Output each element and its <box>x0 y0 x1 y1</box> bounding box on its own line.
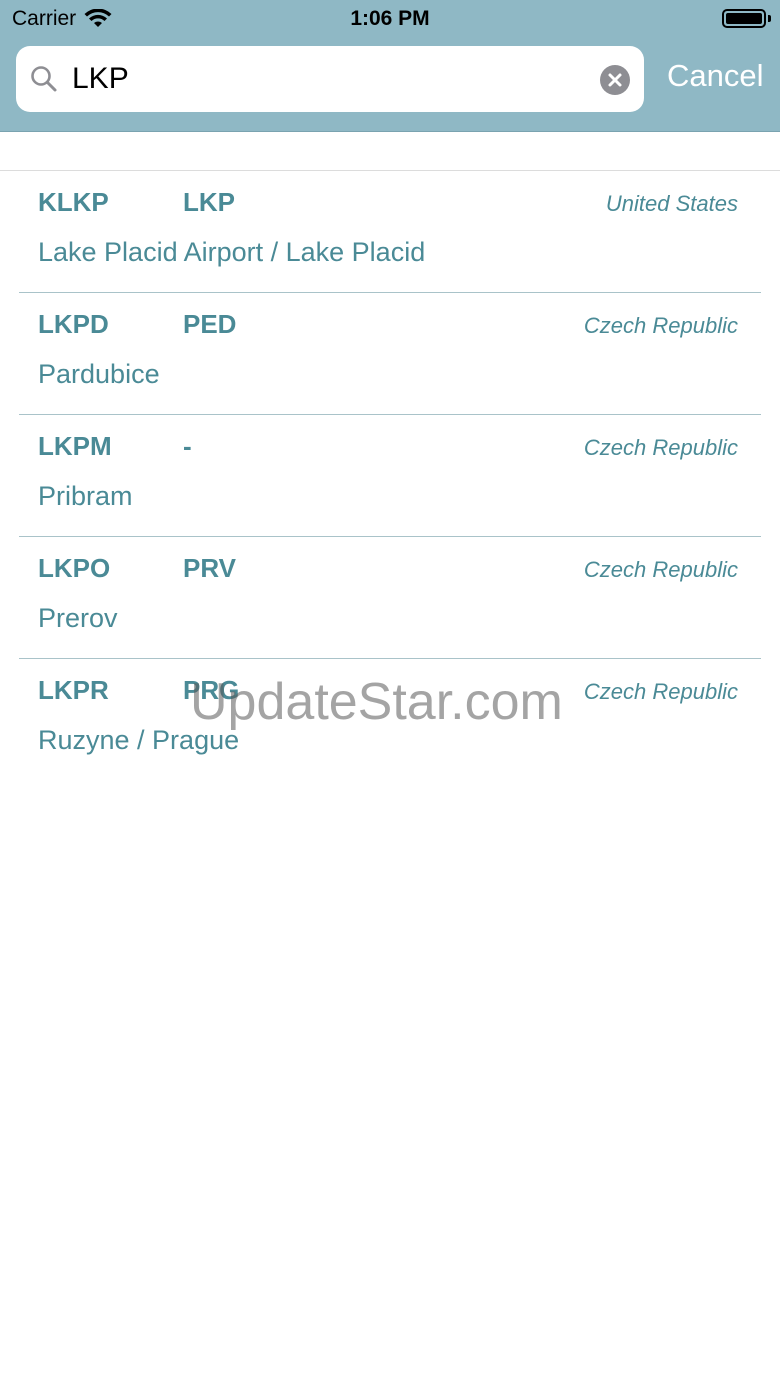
airport-name: Pardubice <box>38 359 160 389</box>
country-label: Czech Republic <box>583 557 738 582</box>
airport-name: Ruzyne / Prague <box>38 725 240 755</box>
icao-code: LKPR <box>38 675 109 705</box>
icao-code: LKPO <box>38 553 111 583</box>
list-item[interactable]: LKPO PRV Czech Republic Prerov <box>19 537 761 659</box>
cancel-button[interactable]: Cancel <box>667 58 764 94</box>
country-label: United States <box>605 191 738 216</box>
airport-name: Prerov <box>38 603 118 633</box>
search-icon <box>31 66 57 92</box>
list-item[interactable]: LKPD PED Czech Republic Pardubice <box>19 293 761 415</box>
status-time: 1:06 PM <box>350 7 430 30</box>
iata-code: - <box>183 431 192 461</box>
country-label: Czech Republic <box>583 313 738 338</box>
country-label: Czech Republic <box>583 435 738 460</box>
icao-code: LKPM <box>38 431 112 461</box>
iata-code: LKP <box>183 187 235 217</box>
airport-name: Pribram <box>38 481 133 511</box>
clear-x-glyph <box>608 73 622 87</box>
list-item[interactable]: KLKP LKP United States Lake Placid Airpo… <box>19 171 761 293</box>
search-input[interactable] <box>72 56 572 102</box>
clear-icon[interactable] <box>600 65 630 95</box>
iata-code: PRG <box>183 675 240 705</box>
list-item[interactable]: LKPM - Czech Republic Pribram <box>19 415 761 537</box>
icao-code: KLKP <box>38 187 109 217</box>
list-item[interactable]: LKPR PRG Czech Republic Ruzyne / Prague <box>19 659 761 780</box>
battery-icon <box>722 9 766 28</box>
status-bar: Carrier 1:06 PM <box>0 0 780 40</box>
country-label: Czech Republic <box>583 679 738 704</box>
search-header: Carrier 1:06 PM Cancel <box>0 0 780 132</box>
iata-code: PED <box>183 309 237 339</box>
icao-code: LKPD <box>38 309 109 339</box>
battery-level <box>726 13 762 24</box>
battery-cap <box>768 15 771 22</box>
airport-name: Lake Placid Airport / Lake Placid <box>38 237 426 267</box>
iata-code: PRV <box>183 553 236 583</box>
search-field[interactable] <box>16 46 644 112</box>
results-list: KLKP LKP United States Lake Placid Airpo… <box>0 171 780 780</box>
